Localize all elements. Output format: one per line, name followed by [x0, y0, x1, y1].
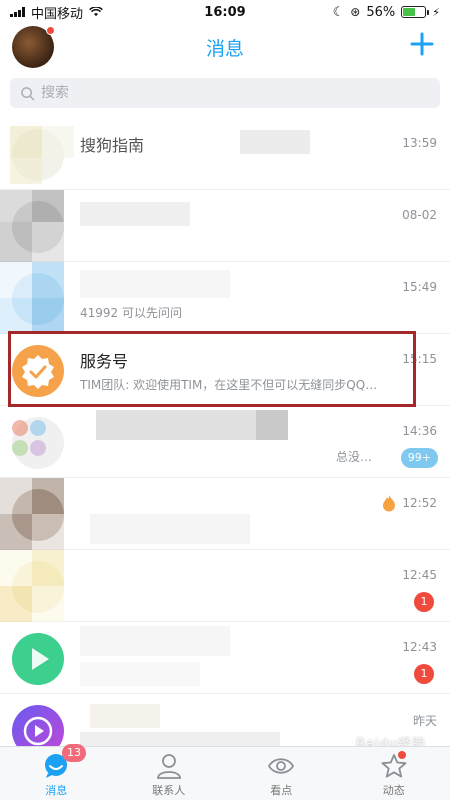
tab-label: 动态: [382, 784, 405, 797]
unread-badge: 1: [414, 664, 434, 684]
conversation-row-service[interactable]: 服务号 TIM团队: 欢迎使用TIM，在这里不但可以无缝同步QQ… 15:15: [0, 334, 450, 406]
conversation-avatar: [12, 129, 64, 181]
contacts-icon: [156, 754, 181, 779]
pixelated-mosaic: [0, 550, 450, 622]
pixelated-mosaic: [0, 478, 450, 550]
tab-messages[interactable]: 13 消息: [0, 744, 113, 800]
conversation-preview: 41992 可以先问问: [80, 306, 182, 320]
conversation-list: 搜狗指南 13:59 08-02 41992 可以先问问 15:49 服务号 T…: [0, 118, 450, 766]
conversation-avatar: [12, 273, 64, 325]
fire-icon: [383, 495, 395, 512]
top-header: 消息: [0, 24, 450, 70]
conversation-name: 服务号: [80, 352, 129, 371]
conversation-time: 08-02: [402, 208, 437, 222]
conversation-time: 14:36: [402, 424, 437, 438]
battery-percent: 56%: [366, 4, 396, 20]
bottom-tab-bar: 13 消息 联系人 看点 动态: [0, 744, 450, 800]
conversation-time: 15:49: [402, 280, 437, 294]
conversation-time: 13:59: [402, 136, 437, 150]
tab-label: 联系人: [152, 784, 186, 797]
conversation-avatar: [12, 489, 64, 541]
conversation-time: 昨天: [412, 714, 437, 728]
unread-badge: 1: [414, 592, 434, 612]
conversation-avatar: [12, 561, 64, 613]
conversation-time: 12:45: [402, 568, 437, 582]
conversation-row[interactable]: 总没… 14:36 99+: [0, 406, 450, 478]
carrier-label: 中国移动: [31, 6, 84, 22]
verified-badge-icon: [22, 355, 54, 389]
conversation-row[interactable]: 12:43 1: [0, 622, 450, 694]
conversation-time: 15:15: [402, 352, 437, 366]
conversation-row[interactable]: 12:45 1: [0, 550, 450, 622]
pixelated-mosaic: [0, 622, 450, 693]
conversation-row[interactable]: 12:52: [0, 478, 450, 550]
search-bar[interactable]: [10, 78, 440, 108]
wifi-icon: [89, 7, 103, 17]
pixelated-mosaic: [0, 190, 450, 262]
battery-icon: [401, 6, 430, 18]
charging-icon: ⚡: [432, 5, 440, 19]
eye-icon: [268, 758, 295, 774]
conversation-preview: TIM团队: 欢迎使用TIM，在这里不但可以无缝同步QQ…: [80, 378, 378, 392]
pixelated-mosaic: [0, 406, 450, 477]
moon-icon: ☾: [332, 4, 345, 20]
conversation-row[interactable]: 搜狗指南 13:59: [0, 118, 450, 190]
search-icon: [21, 86, 35, 100]
unread-badge: 99+: [400, 448, 438, 468]
signal-icon: [10, 7, 25, 17]
pixelated-mosaic: [0, 118, 450, 189]
status-bar: 中国移动 16:09 ☾ ⊛ 56% ⚡: [0, 0, 450, 24]
tab-badge: 13: [62, 744, 86, 762]
page-title: 消息: [205, 38, 244, 60]
play-icon: [32, 648, 49, 670]
conversation-time: 12:52: [402, 496, 437, 510]
conversation-name: 搜狗指南: [80, 136, 145, 155]
tab-dongtai[interactable]: 动态: [338, 747, 450, 800]
conversation-row[interactable]: 08-02: [0, 190, 450, 262]
tab-label: 看点: [270, 784, 293, 797]
tab-notification-dot: [397, 751, 406, 759]
conversation-avatar: [12, 417, 64, 469]
pixelated-mosaic: [0, 262, 450, 334]
tab-label: 消息: [45, 784, 68, 797]
add-plus-button[interactable]: [410, 32, 434, 56]
service-account-avatar: [12, 345, 64, 397]
search-input[interactable]: [41, 85, 421, 101]
tab-kandian[interactable]: 看点: [225, 747, 338, 800]
conversation-preview: 总没…: [336, 450, 373, 464]
conversation-row[interactable]: 41992 可以先问问 15:49: [0, 262, 450, 334]
conversation-avatar: [12, 201, 64, 253]
tab-contacts[interactable]: 联系人: [113, 747, 226, 800]
rotation-lock-icon: ⊛: [350, 5, 361, 19]
conversation-time: 12:43: [402, 640, 437, 654]
conversation-avatar: [12, 633, 64, 685]
